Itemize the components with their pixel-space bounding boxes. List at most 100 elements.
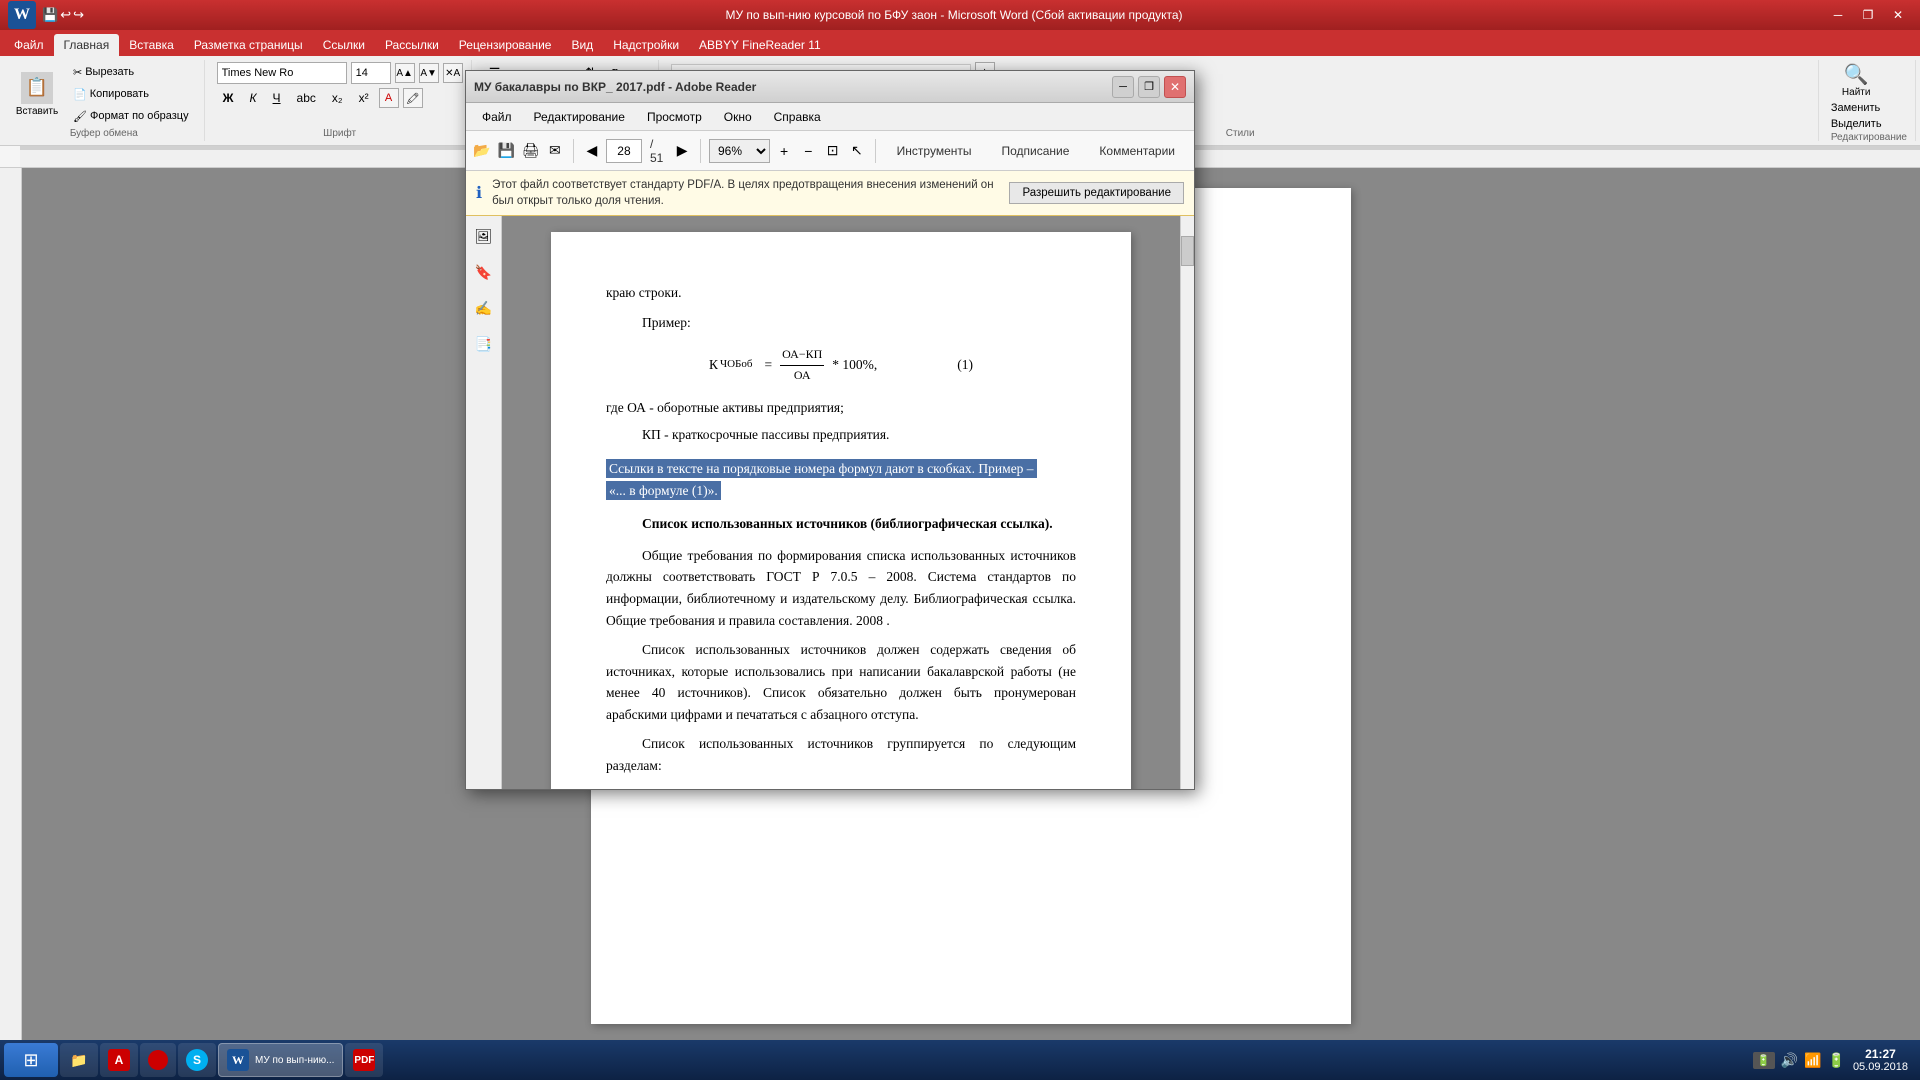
pdf-zoom-in-button[interactable]: + (774, 137, 794, 165)
quick-access-save[interactable]: 💾 (42, 7, 58, 23)
pdf-line-3: где ОА - оборотные активы предприятия; (606, 397, 1076, 419)
underline-button[interactable]: Ч (267, 87, 287, 109)
menu-abbyy[interactable]: ABBYY FineReader 11 (689, 34, 831, 56)
taskbar-item-explorer[interactable]: 📁 (60, 1043, 98, 1077)
tray-speaker-icon[interactable]: 🔊 (1781, 1052, 1798, 1069)
pdf-fraction-numerator: ОА−КП (780, 345, 824, 365)
menu-home[interactable]: Главная (54, 34, 120, 56)
pdf-menu-view[interactable]: Просмотр (637, 107, 712, 127)
acrobat-icon: A (108, 1049, 130, 1071)
italic-button[interactable]: К (243, 87, 262, 109)
taskbar-item-redsymbol[interactable] (140, 1043, 176, 1077)
find-button[interactable]: 🔍 Найти (1831, 62, 1882, 98)
pdf-zoom-out-button[interactable]: − (798, 137, 818, 165)
pdf-print-button[interactable]: 🖨 (521, 137, 541, 165)
pdf-window-title: МУ бакалавры по ВКР_ 2017.pdf - Adobe Re… (474, 80, 1112, 94)
pdf-page-total: / 51 (646, 137, 668, 165)
pdf-body: 🖼 🔖 ✍ 📑 краю строки. Пример: К ЧОБоб = О… (466, 216, 1194, 789)
cut-button[interactable]: ✂ Вырезать (66, 62, 196, 82)
pdf-content-area[interactable]: краю строки. Пример: К ЧОБоб = ОА−КП ОА … (502, 216, 1180, 789)
clear-formatting-button[interactable]: ✕A (443, 63, 463, 83)
font-size-decrease-button[interactable]: A▼ (419, 63, 439, 83)
font-color-button[interactable]: A (379, 88, 399, 108)
pdf-formula-mult: * 100%, (832, 354, 877, 376)
strikethrough-button[interactable]: abc (291, 87, 322, 109)
pdf-restore-button[interactable]: ❐ (1138, 76, 1160, 98)
taskbar-item-acrobat[interactable]: A (100, 1043, 138, 1077)
pdf-scrollbar[interactable] (1180, 216, 1194, 789)
font-size-input[interactable] (351, 62, 391, 84)
close-button[interactable]: ✕ (1884, 5, 1912, 25)
pdf-thumbnails-button[interactable]: 🖼 (470, 222, 498, 250)
pdf-allow-edit-button[interactable]: Разрешить редактирование (1009, 182, 1184, 204)
format-painter-button[interactable]: 🖌 Формат по образцу (66, 106, 196, 126)
superscript-button[interactable]: x² (353, 87, 375, 109)
pdf-close-button[interactable]: ✕ (1164, 76, 1186, 98)
pdf-prev-page-button[interactable]: ◀ (582, 137, 602, 165)
bold-button[interactable]: Ж (217, 87, 240, 109)
menu-mailings[interactable]: Рассылки (375, 34, 449, 56)
pdf-menu-file[interactable]: Файл (472, 107, 522, 127)
font-name-input[interactable] (217, 62, 347, 84)
pdf-line-4: КП - краткосрочные пассивы предприятия. (606, 424, 1076, 446)
pdf-fit-page-button[interactable]: ⊡ (822, 137, 842, 165)
subscript-button[interactable]: x₂ (326, 87, 349, 109)
pdf-menu-window[interactable]: Окно (714, 107, 762, 127)
taskbar-item-skype[interactable]: S (178, 1043, 216, 1077)
pdf-sign-tab[interactable]: Подписание (989, 139, 1083, 163)
taskbar-item-word[interactable]: W МУ по вып-нию... (218, 1043, 343, 1077)
pdf-menu-help[interactable]: Справка (764, 107, 831, 127)
pdf-save-button[interactable]: 💾 (496, 137, 516, 165)
highlight-button[interactable]: 🖍 (403, 88, 423, 108)
cut-label: Вырезать (85, 66, 134, 78)
font-size-increase-button[interactable]: A▲ (395, 63, 415, 83)
quick-access-undo[interactable]: ↩ (60, 7, 71, 23)
pdf-tools-tab[interactable]: Инструменты (884, 139, 985, 163)
pdf-comments-tab[interactable]: Комментарии (1086, 139, 1188, 163)
font-style-row: Ж К Ч abc x₂ x² A 🖍 (217, 87, 463, 109)
quick-access-redo[interactable]: ↪ (73, 7, 84, 23)
menu-view[interactable]: Вид (561, 34, 603, 56)
tray-keyboard-icon: 🔋 (1753, 1052, 1775, 1069)
pdf-scrollbar-thumb[interactable] (1181, 236, 1194, 266)
pdf-line-2: Пример: (606, 312, 1076, 334)
pdf-email-button[interactable]: ✉ (545, 137, 565, 165)
start-button[interactable]: ⊞ (4, 1043, 58, 1077)
menu-insert[interactable]: Вставка (119, 34, 184, 56)
pdf-open-button[interactable]: 📂 (472, 137, 492, 165)
tray-battery-icon[interactable]: 🔋 (1828, 1052, 1845, 1069)
pdf-zoom-select[interactable]: 96% 75% 100% 125% (709, 139, 770, 163)
replace-button[interactable]: Заменить (1831, 102, 1882, 114)
menu-page-layout[interactable]: Разметка страницы (184, 34, 313, 56)
menu-addins[interactable]: Надстройки (603, 34, 689, 56)
menu-file[interactable]: Файл (4, 34, 54, 56)
window-controls: ─ ❐ ✕ (1824, 5, 1912, 25)
pdf-layers-button[interactable]: 📑 (470, 330, 498, 358)
tray-network-icon[interactable]: 📶 (1804, 1052, 1821, 1069)
paste-button[interactable]: 📋 Вставить (12, 62, 62, 126)
find-label: Найти (1842, 87, 1871, 98)
pdf-menu-edit[interactable]: Редактирование (524, 107, 635, 127)
pdf-para3: Список использованных источников группир… (606, 733, 1076, 776)
pdf-para2: Список использованных источников должен … (606, 639, 1076, 725)
menu-references[interactable]: Ссылки (313, 34, 375, 56)
pdf-info-bar: ℹ Этот файл соответствует стандарту PDF/… (466, 171, 1194, 216)
minimize-button[interactable]: ─ (1824, 5, 1852, 25)
restore-button[interactable]: ❐ (1854, 5, 1882, 25)
pdf-signatures-button[interactable]: ✍ (470, 294, 498, 322)
pdf-minimize-button[interactable]: ─ (1112, 76, 1134, 98)
system-clock[interactable]: 21:27 05.09.2018 (1853, 1047, 1908, 1073)
toolbar-separator-2 (700, 139, 701, 163)
pdf-formula-number: (1) (957, 354, 973, 376)
pdf-select-tool-button[interactable]: ↖ (847, 137, 867, 165)
left-ruler (0, 168, 22, 1044)
copy-button[interactable]: 📄 Копировать (66, 84, 196, 104)
pdf-bookmarks-button[interactable]: 🔖 (470, 258, 498, 286)
select-button[interactable]: Выделить (1831, 118, 1882, 130)
menu-review[interactable]: Рецензирование (449, 34, 562, 56)
taskbar-item-pdf-open[interactable]: PDF (345, 1043, 383, 1077)
pdf-next-page-button[interactable]: ▶ (672, 137, 692, 165)
pdf-page-input[interactable] (606, 139, 642, 163)
format-painter-icon: 🖌 (73, 110, 87, 123)
pdf-viewer-window: МУ бакалавры по ВКР_ 2017.pdf - Adobe Re… (465, 70, 1195, 790)
